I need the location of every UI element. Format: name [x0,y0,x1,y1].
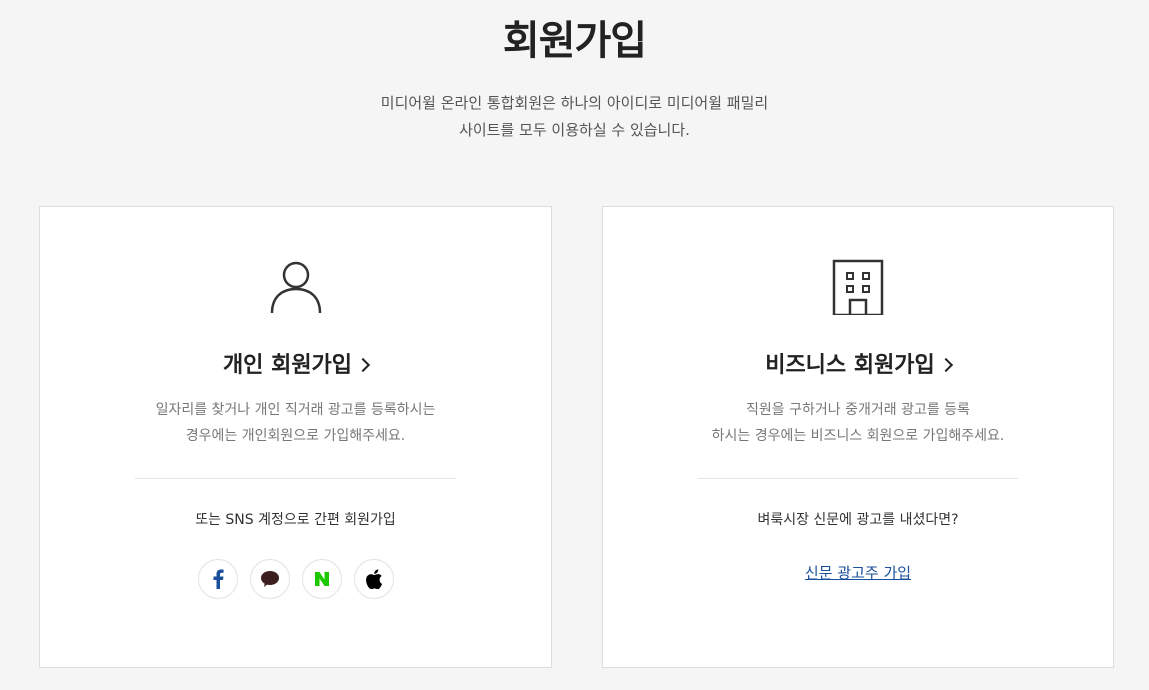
sns-signup-label: 또는 SNS 계정으로 간편 회원가입 [195,512,396,528]
kakao-login-button[interactable] [249,559,290,599]
personal-signup-card: 개인 회원가입 일자리를 찾거나 개인 직거래 광고를 등록하시는 경우에는 개… [39,206,552,668]
chevron-right-icon [355,357,371,373]
divider [135,478,456,479]
business-signup-card: 비즈니스 회원가입 직원을 구하거나 중개거래 광고를 등록 하시는 경우에는 … [602,206,1114,668]
subtitle-line-1: 미디어윌 온라인 통합회원은 하나의 아이디로 미디어윌 패밀리 [380,94,769,112]
page-title: 회원가입 [502,18,647,64]
subtitle-line-2: 사이트를 모두 이용하실 수 있습니다. [459,121,690,139]
facebook-login-button[interactable] [197,559,238,599]
kakao-icon [260,571,279,587]
personal-signup-description: 일자리를 찾거나 개인 직거래 광고를 등록하시는 경우에는 개인회원으로 가입… [80,397,511,449]
business-signup-title: 비즈니스 회원가입 [765,353,935,378]
business-signup-button[interactable]: 비즈니스 회원가입 [603,347,1113,379]
apple-icon [365,569,382,589]
newspaper-advertiser-signup-link[interactable]: 신문 광고주 가입 [805,564,911,582]
naver-icon [314,572,329,586]
personal-signup-title: 개인 회원가입 [222,353,353,378]
chevron-right-icon [938,357,953,373]
desc-line-2: 경우에는 개인회원으로 가입해주세요. [185,428,406,444]
divider [698,478,1018,479]
desc-line-1: 직원을 구하거나 중개거래 광고를 등록 [746,402,970,418]
person-icon [268,259,324,323]
facebook-icon [213,569,224,589]
personal-signup-button[interactable]: 개인 회원가입 [40,347,551,379]
newspaper-advertiser-link-wrap: 신문 광고주 가입 [603,562,1113,583]
page-subtitle: 미디어윌 온라인 통합회원은 하나의 아이디로 미디어윌 패밀리 사이트를 모두… [0,90,1149,144]
naver-login-button[interactable] [301,559,342,599]
business-signup-description: 직원을 구하거나 중개거래 광고를 등록 하시는 경우에는 비즈니스 회원으로 … [643,397,1073,449]
desc-line-1: 일자리를 찾거나 개인 직거래 광고를 등록하시는 [155,402,436,418]
building-icon [832,259,884,319]
newspaper-ad-question: 벼룩시장 신문에 광고를 내셨다면? [757,512,959,528]
desc-line-2: 하시는 경우에는 비즈니스 회원으로 가입해주세요. [711,428,1005,444]
apple-login-button[interactable] [353,559,394,599]
sns-buttons [40,559,551,599]
